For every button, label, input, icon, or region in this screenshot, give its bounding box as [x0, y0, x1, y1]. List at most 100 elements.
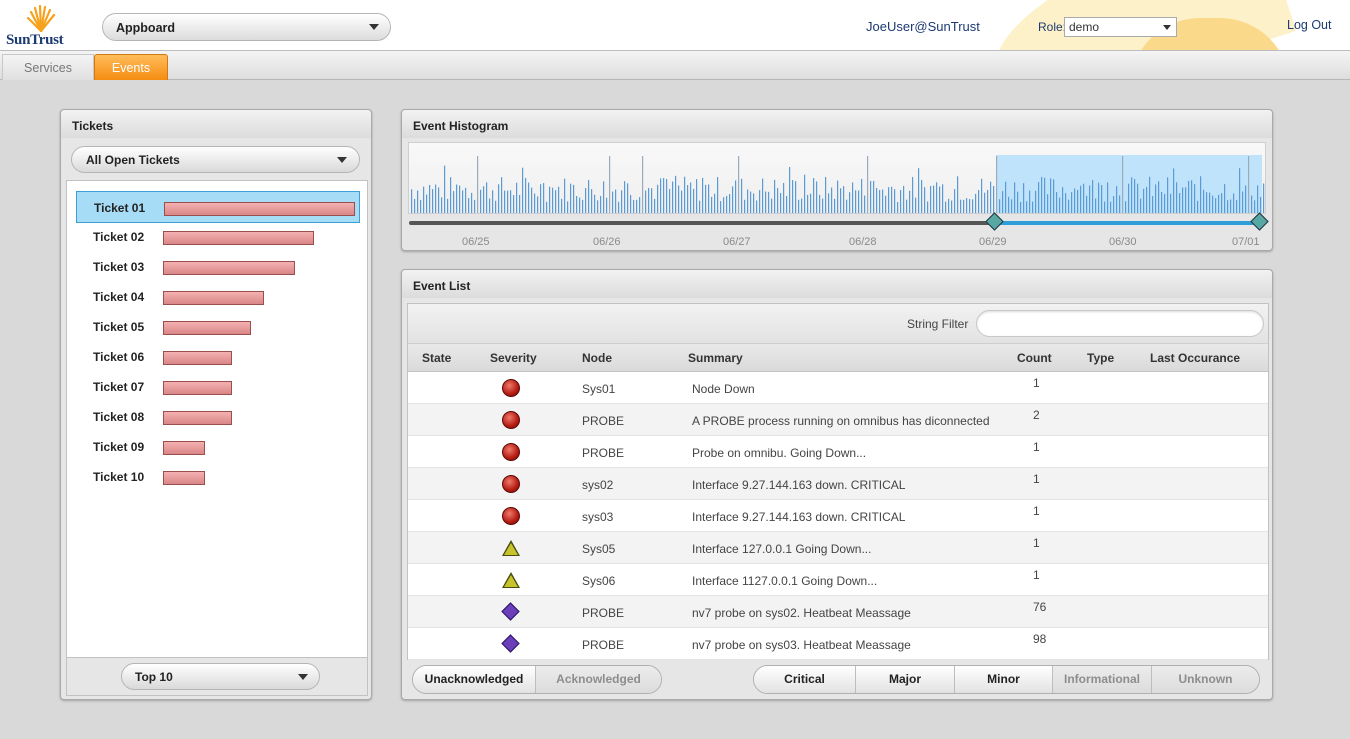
ticket-row[interactable]: Ticket 03: [76, 251, 360, 283]
ticket-row[interactable]: Ticket 07: [76, 371, 360, 403]
role-select[interactable]: demo: [1064, 17, 1177, 37]
event-row[interactable]: Sys06 Interface 1127.0.0.1 Going Down... 1: [408, 564, 1268, 596]
histogram-bar: [564, 178, 566, 213]
ticket-row[interactable]: Ticket 08: [76, 401, 360, 433]
histogram-bar: [1212, 195, 1214, 213]
histogram-bar: [963, 199, 965, 213]
event-summary: nv7 probe on sys03. Heatbeat Meassage: [692, 638, 911, 652]
histogram-bar: [1110, 201, 1112, 213]
ticket-row[interactable]: Ticket 06: [76, 341, 360, 373]
toggle-minor[interactable]: Minor: [955, 666, 1053, 693]
critical-severity-icon: [502, 507, 520, 525]
histogram-bar: [465, 187, 467, 213]
ticket-row[interactable]: Ticket 01: [76, 191, 360, 223]
column-header-severity[interactable]: Severity: [490, 351, 537, 365]
toggle-critical[interactable]: Critical: [754, 666, 856, 693]
event-row[interactable]: PROBE A PROBE process running on omnibus …: [408, 404, 1268, 436]
event-row[interactable]: sys03 Interface 9.27.144.163 down. CRITIC…: [408, 500, 1268, 532]
ticket-label: Ticket 02: [93, 230, 145, 244]
toggle-acknowledged[interactable]: Acknowledged: [536, 666, 661, 693]
histogram-bar: [1254, 200, 1256, 213]
histogram-bar: [1062, 187, 1064, 213]
histogram-bar: [573, 184, 575, 213]
histogram-bar: [687, 185, 689, 213]
histogram-bar: [981, 178, 983, 213]
tab-services[interactable]: Services: [2, 54, 94, 80]
histogram-bar: [684, 176, 686, 213]
event-filter-bar: String Filter: [408, 304, 1268, 344]
range-start-handle[interactable]: [985, 212, 1004, 231]
column-header-state[interactable]: State: [422, 351, 451, 365]
histogram-bar: [429, 184, 431, 213]
string-filter-input[interactable]: [976, 310, 1264, 337]
histogram-bar: [840, 188, 842, 213]
histogram-bar: [774, 179, 776, 213]
histogram-bar: [897, 201, 899, 213]
histogram-bar: [453, 191, 455, 213]
histogram-bar: [546, 201, 548, 213]
ticket-filter-select[interactable]: All Open Tickets: [71, 146, 360, 173]
range-end-handle[interactable]: [1250, 212, 1269, 231]
event-row[interactable]: PROBE Probe on omnibu. Going Down... 1: [408, 436, 1268, 468]
histogram-bar: [1137, 183, 1139, 213]
role-select-value: demo: [1069, 20, 1100, 34]
chevron-down-icon: [1163, 25, 1171, 30]
histogram-bar: [1155, 184, 1157, 213]
histogram-bar: [882, 189, 884, 213]
histogram-bar: [483, 186, 485, 213]
event-summary: Interface 9.27.144.163 down. CRITICAL: [692, 510, 906, 524]
histogram-bar: [648, 187, 650, 213]
ticket-row[interactable]: Ticket 09: [76, 431, 360, 463]
histogram-bar: [519, 194, 521, 213]
event-count: 1: [1033, 504, 1040, 518]
histogram-bar: [1092, 180, 1094, 213]
ticket-row[interactable]: Ticket 05: [76, 311, 360, 343]
toggle-unknown[interactable]: Unknown: [1152, 666, 1259, 693]
column-header-count[interactable]: Count: [1017, 351, 1052, 365]
event-count: 98: [1033, 632, 1047, 646]
histogram-bar: [1083, 183, 1085, 213]
histogram-bar: [924, 187, 926, 213]
histogram-title: Event Histogram: [413, 119, 509, 133]
event-row[interactable]: sys02 Interface 9.27.144.163 down. CRITIC…: [408, 468, 1268, 500]
event-row[interactable]: Sys05 Interface 127.0.0.1 Going Down... 1: [408, 532, 1268, 564]
event-count: 1: [1033, 376, 1040, 390]
histogram-bar: [645, 190, 647, 213]
toggle-major[interactable]: Major: [856, 666, 955, 693]
toggle-unacknowledged[interactable]: Unacknowledged: [413, 666, 536, 693]
column-header-type[interactable]: Type: [1087, 351, 1114, 365]
tab-events[interactable]: Events: [94, 54, 168, 80]
histogram-plot[interactable]: [408, 142, 1266, 214]
app-selector[interactable]: Appboard: [102, 13, 391, 41]
histogram-bar: [1107, 182, 1109, 213]
ticket-row[interactable]: Ticket 02: [76, 221, 360, 253]
ticket-label: Ticket 01: [94, 201, 146, 215]
ticket-row[interactable]: Ticket 10: [76, 461, 360, 493]
column-header-summary[interactable]: Summary: [688, 351, 743, 365]
histogram-bar: [1161, 191, 1163, 213]
toggle-informational[interactable]: Informational: [1053, 666, 1152, 693]
top-header: SunTrust Appboard JoeUser@SunTrust Role:…: [0, 0, 1350, 51]
top-n-select[interactable]: Top 10: [121, 663, 320, 690]
histogram-bar: [786, 196, 788, 213]
histogram-bar: [939, 186, 941, 213]
event-row[interactable]: PROBE nv7 probe on sys03. Heatbeat Meassa…: [408, 628, 1268, 660]
event-row[interactable]: Sys01 Node Down 1: [408, 372, 1268, 404]
histogram-bar: [438, 187, 440, 213]
histogram-bar: [498, 184, 500, 213]
minor-severity-icon: [502, 540, 520, 556]
column-header-node[interactable]: Node: [582, 351, 612, 365]
histogram-bar: [669, 189, 671, 213]
histogram-date-label: 06/27: [723, 236, 751, 248]
event-row[interactable]: PROBE nv7 probe on sys02. Heatbeat Meassa…: [408, 596, 1268, 628]
ticket-filter-value: All Open Tickets: [86, 153, 180, 167]
histogram-bar: [474, 199, 476, 213]
string-filter-label: String Filter: [907, 317, 969, 331]
histogram-bar: [672, 181, 674, 213]
column-header-last-occurance[interactable]: Last Occurance: [1150, 351, 1240, 365]
ticket-row[interactable]: Ticket 04: [76, 281, 360, 313]
event-count: 1: [1033, 568, 1040, 582]
histogram-bar: [837, 180, 839, 213]
logout-link[interactable]: Log Out: [1287, 18, 1331, 32]
logo-wordmark: SunTrust: [6, 32, 64, 48]
